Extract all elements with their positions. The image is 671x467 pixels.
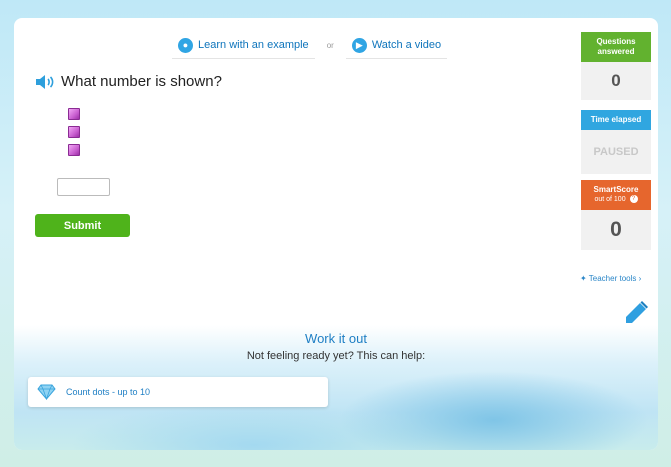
- speaker-icon[interactable]: [35, 74, 55, 90]
- not-ready-text: Not feeling ready yet? This can help:: [246, 350, 426, 362]
- answer-input[interactable]: [57, 178, 110, 196]
- teacher-tools-link[interactable]: ✦ Teacher tools ›: [580, 274, 641, 283]
- skill-suggestion-card[interactable]: Count dots - up to 10: [28, 377, 328, 407]
- smartscore-value: 0: [581, 210, 651, 250]
- smartscore-label: SmartScore: [593, 185, 639, 194]
- practice-card: ● Learn with an example or ▶ Watch a vid…: [14, 18, 658, 450]
- question-text: What number is shown?: [61, 73, 222, 90]
- smartscore-header: SmartScore out of 100 ?: [581, 180, 651, 210]
- time-elapsed-label: Time elapsed: [581, 110, 651, 130]
- lightbulb-icon: ●: [178, 37, 193, 53]
- learn-with-example-label: Learn with an example: [198, 39, 309, 51]
- watch-video-label: Watch a video: [371, 39, 442, 51]
- cube: [68, 126, 80, 138]
- cube: [68, 108, 80, 120]
- time-elapsed-value: PAUSED: [581, 130, 651, 174]
- or-separator: or: [326, 41, 334, 50]
- smartscore-subtitle: out of 100 ?: [583, 195, 649, 205]
- pencil-icon[interactable]: [624, 300, 650, 326]
- question-row: What number is shown?: [35, 73, 222, 90]
- cube: [68, 144, 80, 156]
- work-it-out-title: Work it out: [305, 331, 367, 346]
- watch-video-button[interactable]: ▶ Watch a video: [345, 32, 448, 59]
- submit-button[interactable]: Submit: [35, 214, 130, 237]
- diamond-icon: [37, 384, 56, 400]
- questions-answered-label: Questions answered: [581, 32, 651, 62]
- cube-stack: [68, 108, 80, 162]
- count-dots-skill-link[interactable]: Count dots - up to 10: [66, 387, 150, 397]
- questions-answered-value: 0: [581, 62, 651, 100]
- learn-with-example-button[interactable]: ● Learn with an example: [172, 32, 315, 59]
- smartscore-sub-label: out of 100: [594, 196, 626, 203]
- play-icon: ▶: [351, 37, 367, 53]
- stats-sidebar: Questions answered 0 Time elapsed PAUSED…: [581, 32, 651, 250]
- question-icon[interactable]: ?: [629, 195, 638, 204]
- sparkle-icon: ✦: [580, 274, 587, 283]
- help-bar: ● Learn with an example or ▶ Watch a vid…: [172, 32, 448, 59]
- teacher-tools-label: Teacher tools ›: [588, 274, 642, 283]
